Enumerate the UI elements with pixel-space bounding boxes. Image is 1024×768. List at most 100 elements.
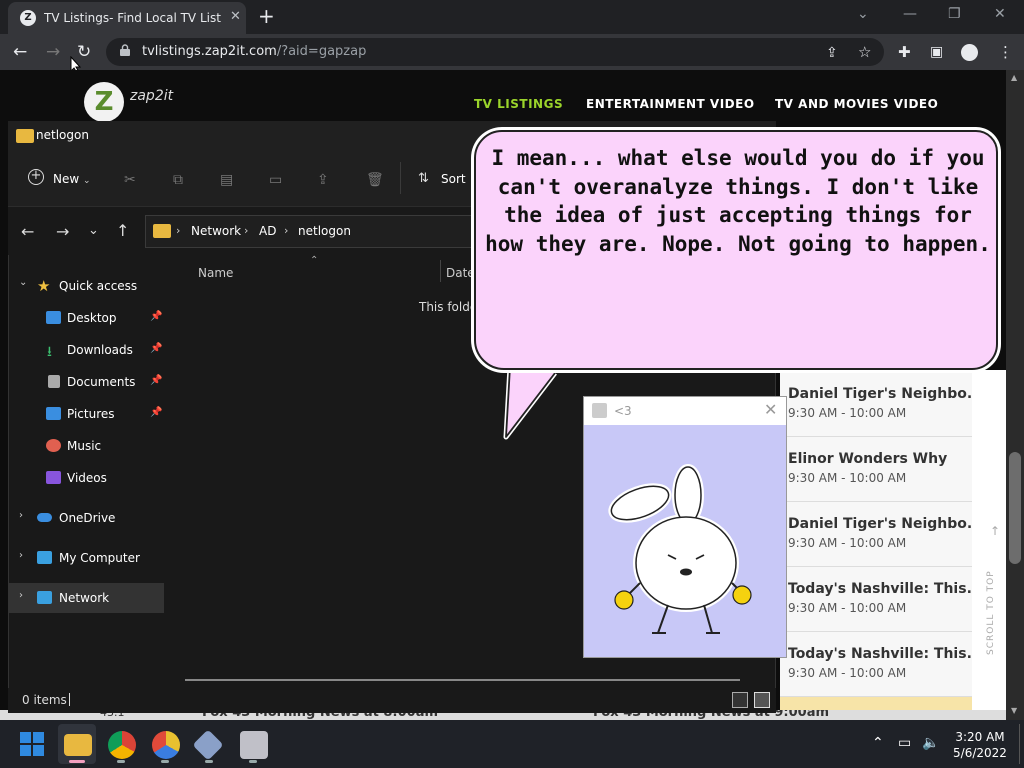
window-title: netlogon	[36, 128, 89, 142]
column-date[interactable]: Date	[446, 266, 475, 280]
up-arrow-icon[interactable]: ↑	[990, 524, 1000, 538]
listing-cell[interactable]: Elinor Wonders Why 9:30 AM - 10:00 AM	[780, 437, 972, 502]
nav-documents[interactable]: Documents 📌	[9, 367, 164, 397]
show-title: Elinor Wonders Why	[788, 451, 948, 467]
chrome-taskbar-icon[interactable]	[108, 731, 136, 759]
extensions-icon[interactable]: ✚	[898, 43, 911, 61]
scroll-to-top-link[interactable]: SCROLL TO TOP	[986, 570, 996, 655]
nav-my-computer[interactable]: › My Computer	[9, 543, 164, 573]
pin-icon[interactable]: 📌	[150, 407, 162, 418]
browser-menu-icon[interactable]: ⋮	[998, 43, 1013, 61]
scrollbar-thumb[interactable]	[1009, 452, 1021, 564]
pin-icon[interactable]: 📌	[150, 375, 162, 386]
back-arrow-icon[interactable]: ←	[13, 42, 27, 62]
horizontal-scrollbar[interactable]	[185, 679, 740, 681]
nav-label: Network	[59, 591, 110, 605]
close-icon[interactable]: ✕	[764, 400, 777, 419]
browser-tab[interactable]: Z TV Listings- Find Local TV Listing ✕	[8, 2, 246, 34]
minimize-button[interactable]: —	[903, 6, 917, 22]
nav-pictures[interactable]: Pictures 📌	[9, 399, 164, 429]
breadcrumb-network[interactable]: Network	[191, 224, 241, 238]
new-tab-button[interactable]: +	[258, 4, 275, 28]
nav-music[interactable]: Music	[9, 431, 164, 461]
listing-cell[interactable]: Today's Nashville: This... 9:30 AM - 10:0…	[780, 632, 972, 697]
clock-date: 5/6/2022	[953, 746, 1007, 760]
chrome-canary-taskbar-icon[interactable]	[152, 731, 180, 759]
pet-title-bar[interactable]: <3 ✕	[584, 397, 786, 425]
zap2it-logo[interactable]: Z	[84, 82, 124, 122]
nav-downloads[interactable]: ⭳ Downloads 📌	[9, 335, 164, 365]
scroll-up-icon[interactable]: ▲	[1011, 73, 1017, 82]
show-desktop-button[interactable]	[1019, 724, 1020, 764]
address-bar[interactable]: tvlistings.zap2it.com/?aid=gapzap	[106, 38, 884, 66]
nav-network[interactable]: › Network	[9, 583, 164, 613]
nav-label: OneDrive	[59, 511, 116, 525]
empty-folder-text: This folder	[419, 300, 483, 314]
network-status-icon[interactable]: ▭	[898, 735, 911, 751]
tab-title: TV Listings- Find Local TV Listing	[44, 11, 222, 25]
forward-arrow-icon[interactable]: →	[56, 222, 69, 241]
bookmark-star-icon[interactable]: ☆	[858, 43, 871, 61]
column-name[interactable]: Name	[198, 266, 233, 280]
close-tab-icon[interactable]: ✕	[230, 9, 241, 24]
delete-icon[interactable]: 🗑	[366, 172, 384, 188]
cloud-icon	[37, 513, 52, 522]
chevron-down-icon: ⌄	[19, 277, 28, 288]
pin-icon[interactable]: 📌	[150, 343, 162, 354]
up-arrow-icon[interactable]: ↑	[116, 221, 129, 240]
sort-button[interactable]: Sort	[441, 172, 466, 186]
nav-entertainment-video[interactable]: ENTERTAINMENT VIDEO	[586, 97, 755, 111]
bunny-mascot	[608, 464, 752, 634]
restore-button[interactable]: ❐	[948, 6, 961, 22]
tab-search-icon[interactable]: ⌄	[857, 6, 869, 22]
windows-start-icon[interactable]	[20, 732, 44, 756]
new-label: New	[53, 172, 80, 186]
listing-cell[interactable]: Daniel Tiger's Neighbo... 9:30 AM - 10:00…	[780, 372, 972, 437]
sort-icon: ⇅	[418, 171, 429, 186]
page-scrollbar[interactable]	[1006, 70, 1024, 720]
system-clock[interactable]: 3:20 AM 5/6/2022	[940, 729, 1020, 761]
nav-label: Quick access	[59, 279, 138, 293]
copy-icon[interactable]: ⧉	[173, 172, 183, 188]
toolbar-divider	[400, 162, 401, 194]
chevron-right-icon: ›	[176, 224, 181, 237]
nav-onedrive[interactable]: › OneDrive	[9, 503, 164, 533]
file-explorer-taskbar-icon[interactable]	[64, 734, 92, 756]
nav-tv-and-movies-video[interactable]: TV AND MOVIES VIDEO	[775, 97, 938, 111]
details-view-icon[interactable]	[732, 692, 748, 708]
volume-icon[interactable]: 🔈	[922, 735, 939, 751]
show-time: 9:30 AM - 10:00 AM	[788, 666, 907, 680]
back-arrow-icon[interactable]: ←	[21, 222, 34, 241]
side-panel-icon[interactable]: ▣	[930, 44, 943, 60]
breadcrumb-netlogon[interactable]: netlogon	[298, 224, 351, 238]
tiles-view-icon[interactable]	[754, 692, 770, 708]
listing-cell[interactable]: Daniel Tiger's Neighbo... 9:30 AM - 10:00…	[780, 502, 972, 567]
pin-icon[interactable]: 📌	[150, 311, 162, 322]
new-button[interactable]: New ⌄	[53, 172, 91, 186]
cut-icon[interactable]: ✂	[124, 172, 136, 188]
forward-arrow-icon[interactable]: →	[46, 42, 60, 62]
listing-cell[interactable]	[780, 697, 972, 711]
chevron-right-icon: ›	[19, 590, 23, 601]
listing-cell[interactable]: Today's Nashville: This... 9:30 AM - 10:0…	[780, 567, 972, 632]
share-icon[interactable]: ⇪	[317, 172, 329, 188]
scroll-down-icon[interactable]: ▼	[1011, 706, 1017, 715]
nav-videos[interactable]: Videos	[9, 463, 164, 493]
nav-desktop[interactable]: Desktop 📌	[9, 303, 164, 333]
recent-locations-chevron-icon[interactable]: ⌄	[88, 223, 99, 238]
column-divider[interactable]	[440, 260, 441, 282]
nav-tv-listings[interactable]: TV LISTINGS	[474, 97, 563, 111]
nav-quick-access[interactable]: ⌄ ★ Quick access	[9, 271, 164, 301]
running-indicator	[249, 760, 257, 763]
status-divider	[69, 693, 70, 706]
download-icon: ⭳	[47, 344, 52, 360]
profile-avatar[interactable]	[961, 44, 978, 61]
paste-icon[interactable]: ▤	[220, 172, 233, 188]
close-window-button[interactable]: ✕	[994, 6, 1006, 22]
chevron-down-icon: ⌄	[83, 176, 91, 186]
show-hidden-icons-chevron-icon[interactable]: ⌃	[872, 735, 884, 751]
bunny-pet-taskbar-icon[interactable]	[240, 731, 268, 759]
share-icon[interactable]: ⇪	[826, 45, 838, 61]
breadcrumb-ad[interactable]: AD	[259, 224, 276, 238]
rename-icon[interactable]: ▭	[269, 172, 282, 188]
